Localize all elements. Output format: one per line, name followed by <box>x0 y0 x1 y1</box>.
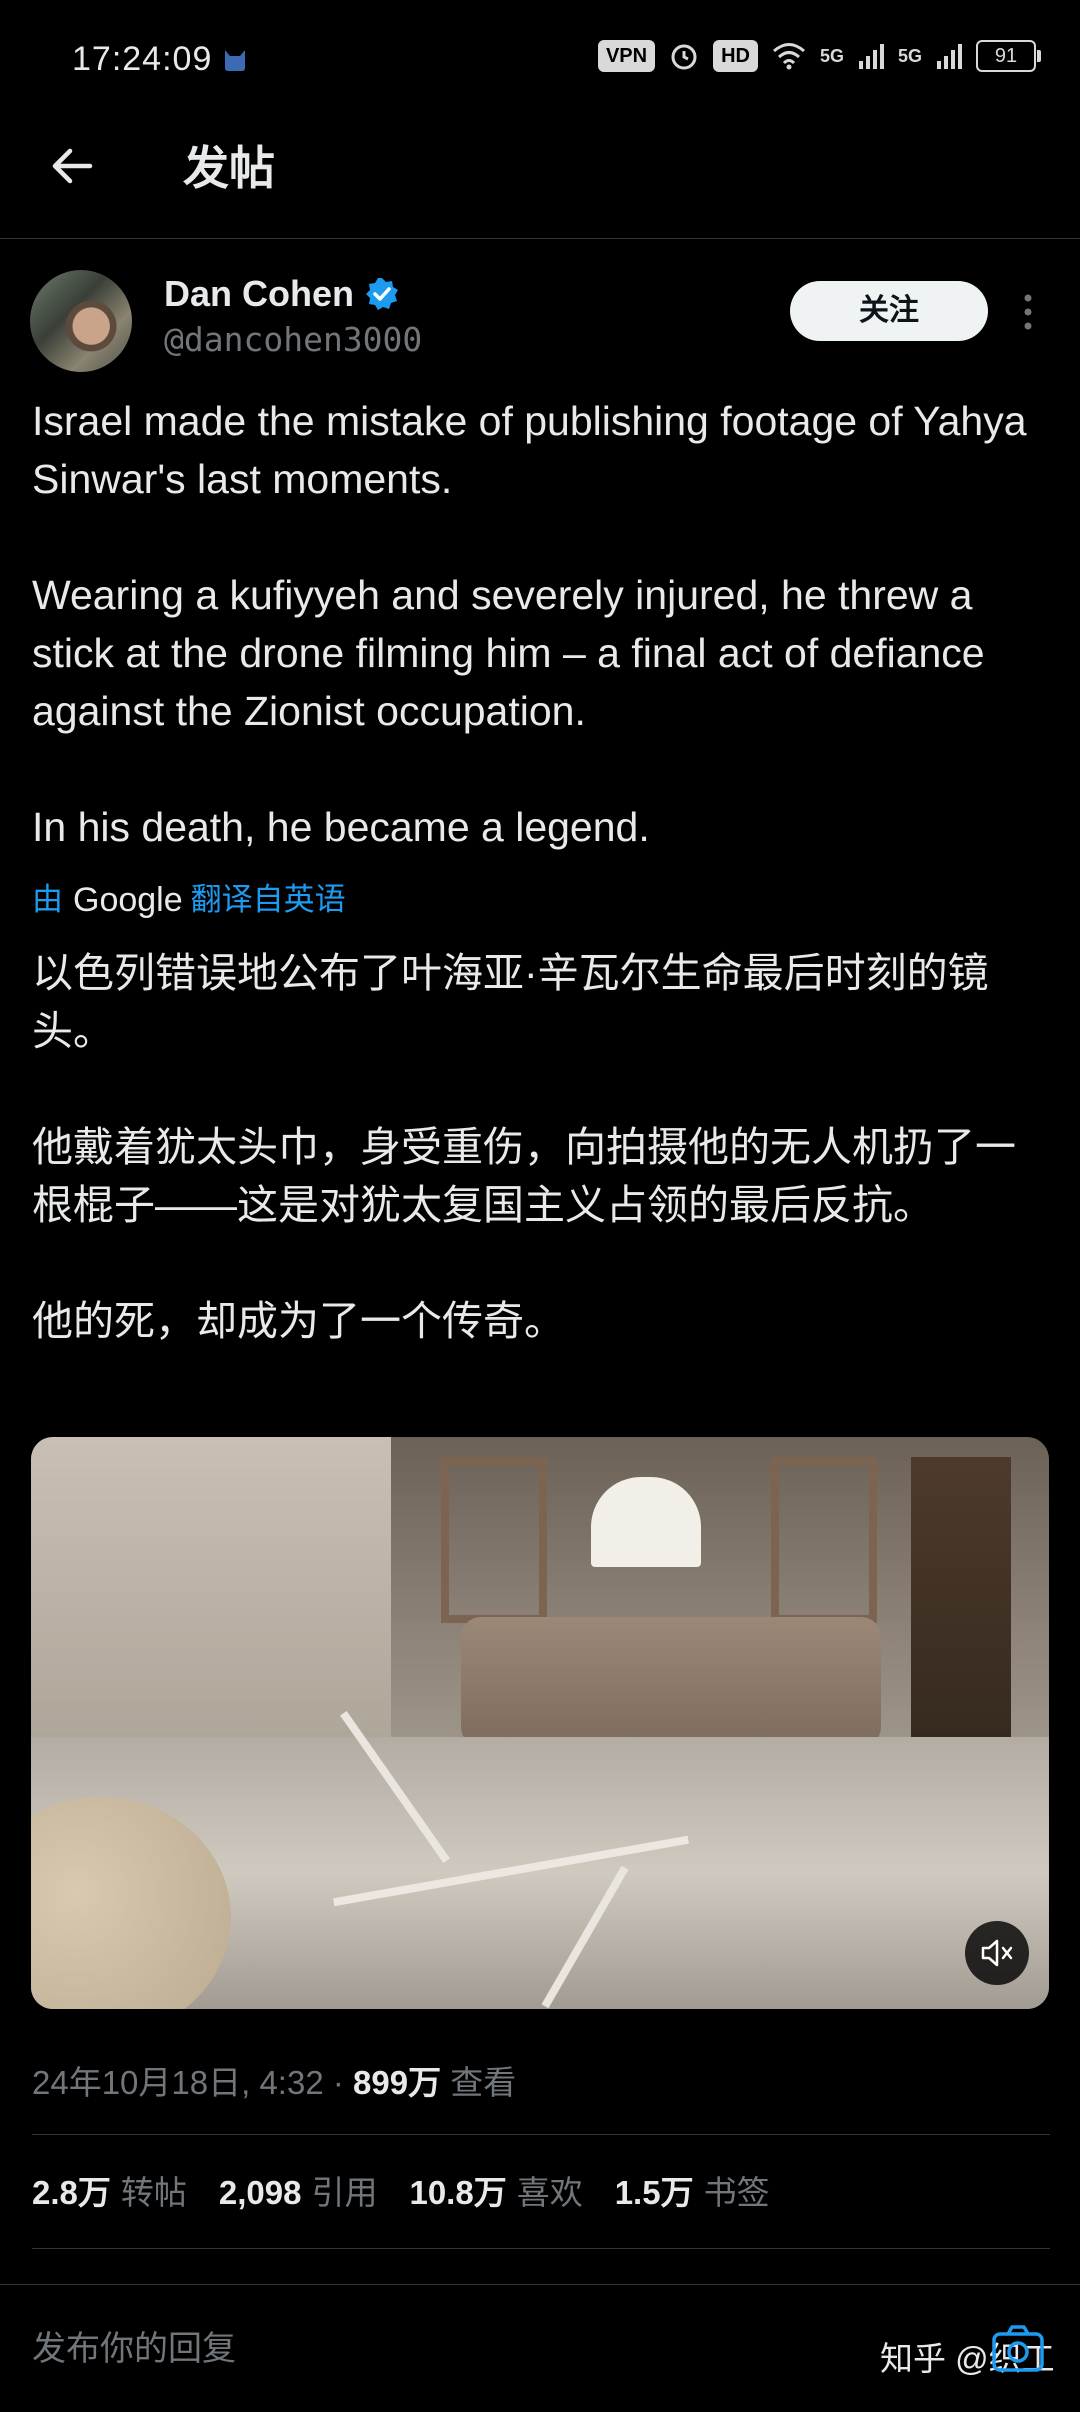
divider <box>32 2134 1050 2135</box>
tweet-paragraph: Wearing a kufiyyeh and severely injured,… <box>32 572 985 734</box>
battery-indicator: 91 <box>976 40 1041 72</box>
camera-icon[interactable] <box>990 2322 1046 2374</box>
views-label: 查看 <box>441 2064 517 2101</box>
status-time: 17:24:09 <box>72 40 213 78</box>
avatar[interactable] <box>30 270 132 372</box>
status-icons: VPN HD 5G 5G 91 <box>597 40 1041 72</box>
translation-suffix: 翻译自英语 <box>190 882 346 917</box>
author-name[interactable]: Dan Cohen <box>164 272 354 316</box>
hd-badge: HD <box>713 40 758 72</box>
signal-bars-icon <box>937 44 962 69</box>
top-app-bar <box>0 120 1080 239</box>
divider <box>0 2284 1080 2285</box>
reply-input[interactable]: 发布你的回复 <box>32 2324 236 2374</box>
vpn-badge: VPN <box>597 40 656 72</box>
divider <box>32 2248 1050 2249</box>
signal-1: 5G <box>819 46 844 66</box>
signal-2: 5G <box>897 46 922 66</box>
page-title: 发帖 <box>183 142 275 194</box>
translation-attribution[interactable]: 由 Google 翻译自英语 <box>32 878 346 922</box>
cat-notification-icon <box>225 50 245 71</box>
back-arrow-icon[interactable] <box>46 140 98 192</box>
author-handle[interactable]: @dancohen3000 <box>164 318 422 362</box>
views-count: 899万 <box>353 2064 442 2101</box>
engagement-stats: 2.8万 转帖 2,098 引用 10.8万 喜欢 1.5万 书签 <box>32 2168 770 2218</box>
translation-prefix: 由 <box>32 882 63 917</box>
alarm-icon <box>671 44 697 70</box>
stat-quotes[interactable]: 2,098 引用 <box>219 2168 378 2218</box>
stat-bookmarks[interactable]: 1.5万 书签 <box>615 2168 770 2218</box>
tweet-text: Israel made the mistake of publishing fo… <box>32 392 1052 856</box>
stat-reposts[interactable]: 2.8万 转帖 <box>32 2168 187 2218</box>
post-date: 24年10月18日, 4:32 · <box>32 2064 354 2101</box>
translated-paragraph: 他的死，却成为了一个传奇。 <box>32 1298 565 1344</box>
video-player[interactable] <box>31 1437 1049 2009</box>
follow-button[interactable]: 关注 <box>790 281 988 341</box>
signal-bars-icon <box>858 44 884 69</box>
stat-likes[interactable]: 10.8万 喜欢 <box>409 2168 582 2218</box>
post-meta: 24年10月18日, 4:32 · 899万 查看 <box>32 2058 516 2108</box>
tweet-paragraph: Israel made the mistake of publishing fo… <box>32 398 1027 502</box>
translated-text: 以色列错误地公布了叶海亚·辛瓦尔生命最后时刻的镜头。 他戴着犹太头巾，身受重伤，… <box>32 944 1056 1350</box>
translated-paragraph: 他戴着犹太头巾，身受重伤，向拍摄他的无人机扔了一根棍子——这是对犹太复国主义占领… <box>32 1124 1016 1228</box>
more-icon[interactable] <box>1018 290 1038 334</box>
mute-icon[interactable] <box>965 1921 1029 1985</box>
wifi-icon <box>772 43 805 70</box>
google-logo-text: Google <box>73 881 183 919</box>
video-frame-sofa <box>461 1617 881 1747</box>
translated-paragraph: 以色列错误地公布了叶海亚·辛瓦尔生命最后时刻的镜头。 <box>32 950 989 1054</box>
video-frame-panel <box>771 1457 877 1623</box>
video-frame-panel <box>441 1457 547 1623</box>
tweet-paragraph: In his death, he became a legend. <box>32 804 650 850</box>
verified-badge-icon <box>366 278 398 310</box>
video-frame-window <box>591 1477 701 1567</box>
